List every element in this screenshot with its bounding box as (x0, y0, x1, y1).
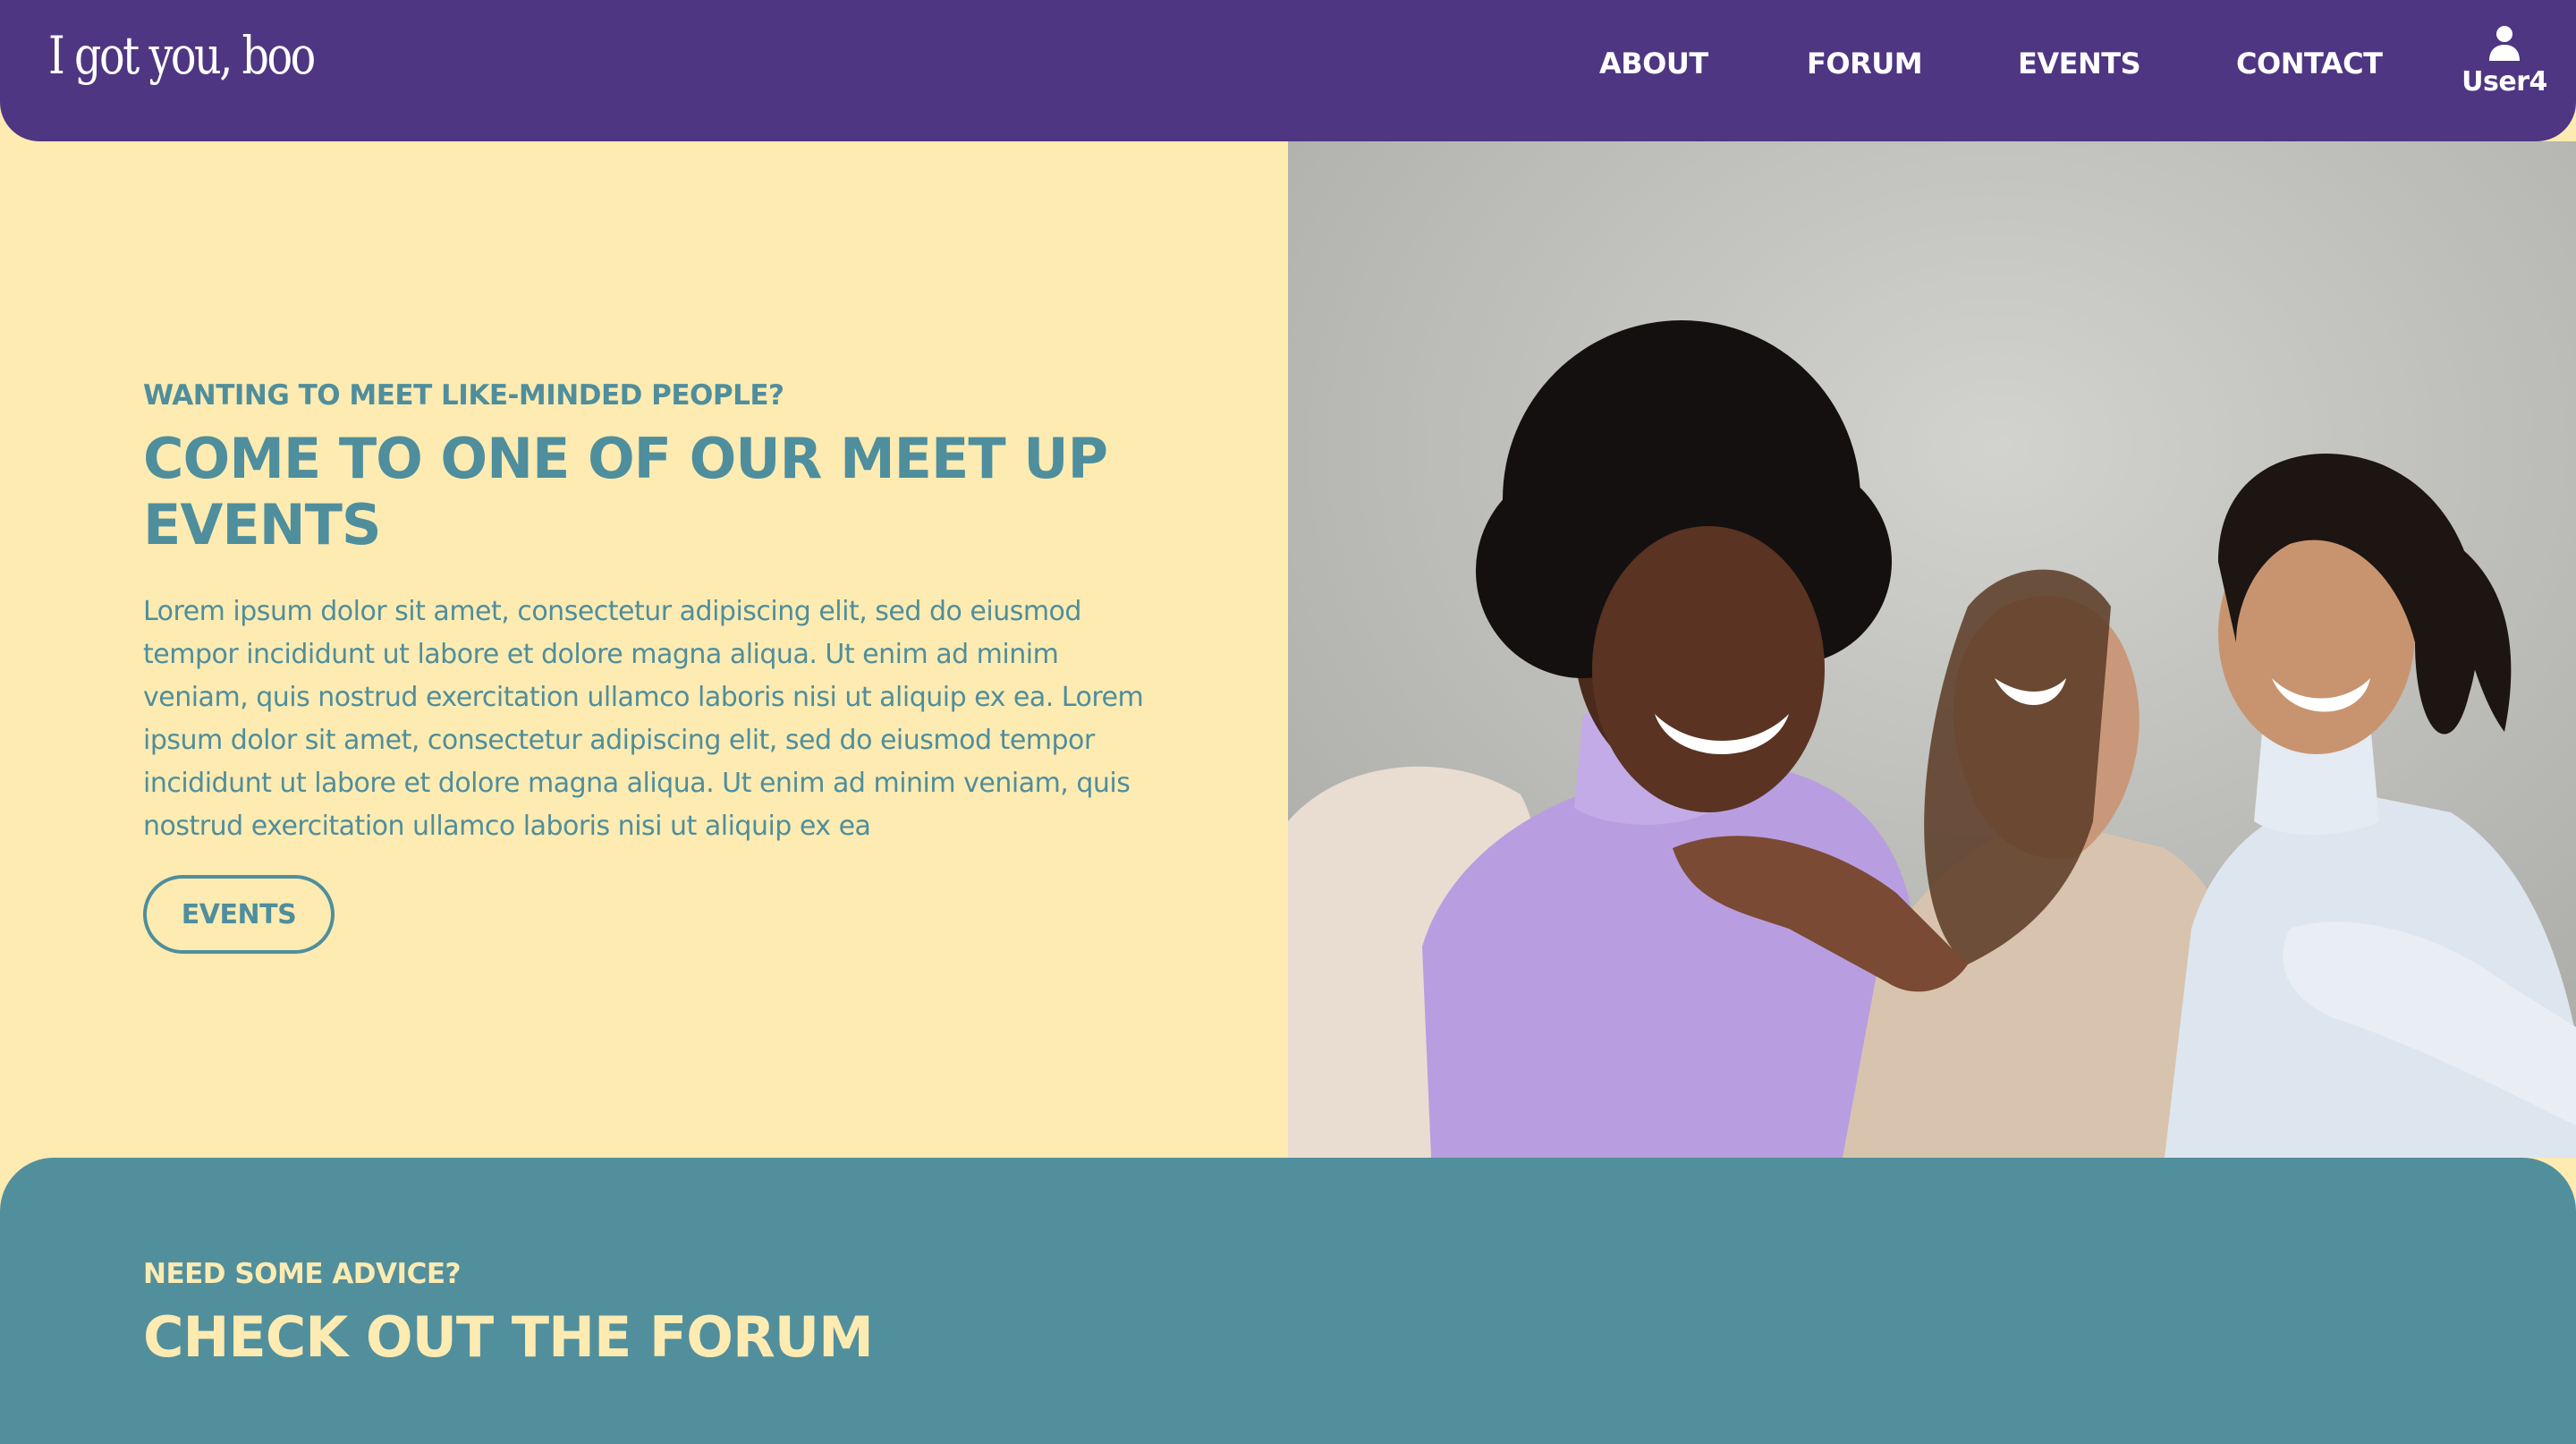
user-menu[interactable]: User4 (2451, 21, 2558, 111)
events-button[interactable]: EVENTS (143, 875, 335, 954)
site-logo[interactable]: I got you, boo (48, 25, 316, 86)
user-icon (2489, 26, 2520, 61)
forum-heading: CHECK OUT THE FORUM (143, 1304, 874, 1370)
nav-link-events[interactable]: EVENTS (2018, 47, 2141, 81)
hero-photo (1288, 141, 2576, 1158)
hero-eyebrow: WANTING TO MEET LIKE-MINDED PEOPLE? (143, 379, 784, 412)
hero-body-text: Lorem ipsum dolor sit amet, consectetur … (143, 596, 1144, 842)
forum-eyebrow: NEED SOME ADVICE? (143, 1258, 461, 1290)
hero-heading: COME TO ONE OF OUR MEET UP EVENTS (143, 426, 1108, 557)
nav-link-contact[interactable]: CONTACT (2236, 47, 2383, 81)
user-name: User4 (2462, 66, 2547, 98)
nav-link-forum[interactable]: FORUM (1807, 47, 1923, 81)
hero-photo-illustration (1288, 141, 2576, 1158)
nav-link-about[interactable]: ABOUT (1599, 47, 1708, 81)
forum-section: NEED SOME ADVICE? CHECK OUT THE FORUM (0, 1158, 2576, 1444)
top-navbar: I got you, boo ABOUT FORUM EVENTS CONTAC… (0, 0, 2576, 141)
